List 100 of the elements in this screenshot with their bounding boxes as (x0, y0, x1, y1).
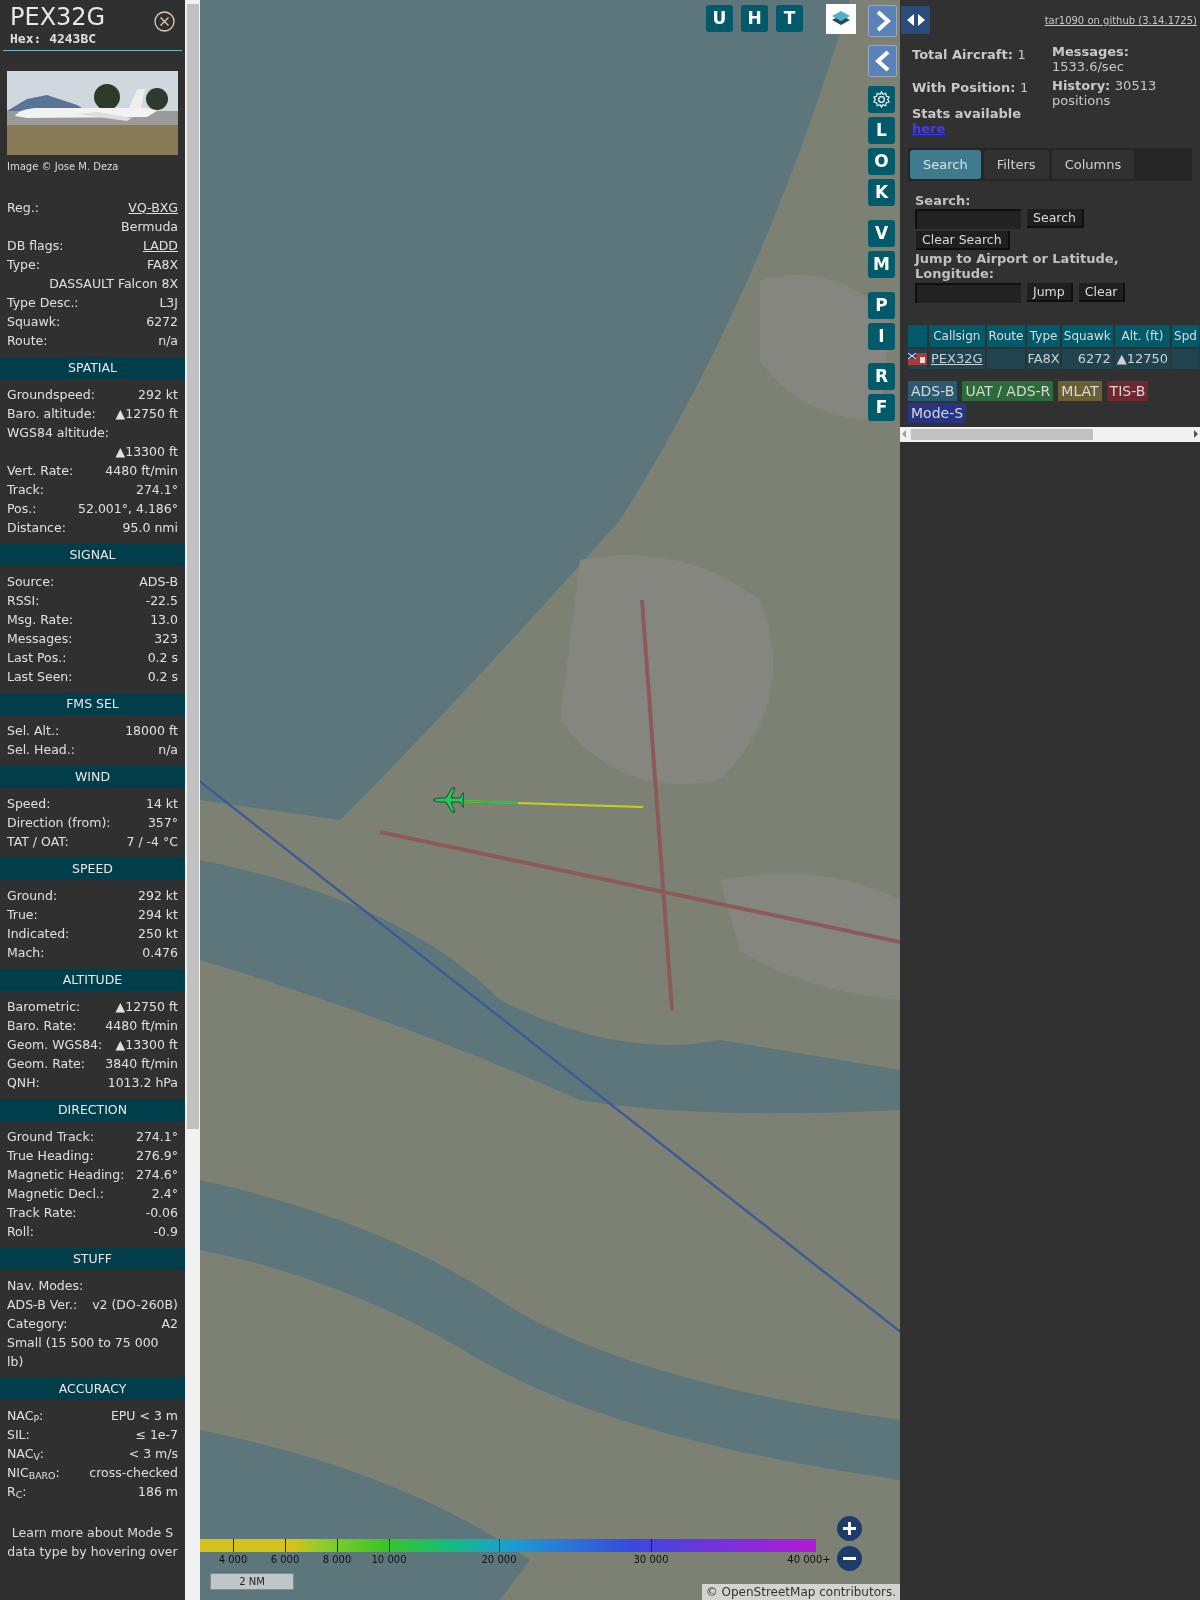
field-label: Type: (7, 256, 40, 274)
registration-link[interactable]: VQ-BXG (128, 198, 178, 217)
section-header: WIND (0, 766, 185, 788)
map-toggle-button[interactable]: H (741, 5, 768, 32)
tab[interactable]: Columns (1051, 150, 1135, 179)
source-tag: UAT / ADS-R (962, 380, 1054, 401)
column-header[interactable]: Callsign (929, 325, 985, 347)
stat-text: Messages: 1533.6/sec (1052, 44, 1131, 74)
field-label: NAC$_{V}$: (7, 1445, 45, 1463)
field-label: Indicated: (7, 925, 70, 943)
field-label: Pos.: (7, 500, 37, 518)
field-value: -0.06 (145, 1204, 178, 1222)
scrollbar-thumb[interactable] (911, 428, 1093, 440)
altitude-tick-label: 10 000 (371, 1554, 407, 1566)
field-value: 274.6° (135, 1166, 178, 1184)
github-link[interactable]: tar1090 on github (3.14.1725) (1044, 13, 1197, 28)
column-header[interactable]: Alt. (ft) (1114, 325, 1171, 347)
chevron-left-icon (873, 49, 892, 73)
field-label: TAT / OAT: (7, 833, 69, 851)
field-label: Baro. altitude: (7, 405, 96, 423)
altitude-tick-label: 20 000 (481, 1554, 517, 1566)
field-value: cross-checked (89, 1464, 178, 1482)
field-label: RSSI: (7, 592, 40, 610)
aircraft-icon[interactable] (432, 787, 464, 813)
map-toggle-button[interactable]: V (868, 220, 895, 247)
previous-button[interactable] (868, 45, 897, 77)
field-value: 1013.2 hPa (107, 1074, 178, 1092)
clear-search-button[interactable]: Clear Search (916, 231, 1010, 250)
field-value: 4480 ft/min (105, 1017, 178, 1035)
settings-button[interactable] (868, 86, 895, 113)
field-value: 250 kt (138, 925, 178, 943)
field-label: True: (7, 906, 38, 924)
field-value: 292 kt (138, 386, 178, 404)
field-value: 274.1° (135, 481, 178, 499)
map-toggle-button[interactable]: U (706, 5, 733, 32)
field-value: 18000 ft (125, 722, 178, 740)
search-field[interactable] (915, 209, 1021, 229)
column-header[interactable]: Spd (1172, 325, 1199, 347)
column-header[interactable]: Squawk (1061, 325, 1113, 347)
sidebar-toggle-icon[interactable] (901, 6, 930, 34)
map-toggle-button[interactable]: O (868, 148, 895, 175)
field-label: Roll: (7, 1223, 34, 1241)
scale-bar: 2 NM (210, 1573, 294, 1590)
column-header[interactable]: Route (986, 325, 1026, 347)
section-header: ACCURACY (0, 1378, 185, 1400)
close-icon[interactable] (154, 11, 175, 32)
field-value: DASSAULT Falcon 8X (49, 275, 178, 293)
clear-button[interactable]: Clear (1078, 283, 1126, 302)
plus-icon (842, 1521, 857, 1536)
altitude-tick-label: 4 000 (218, 1554, 248, 1566)
layers-button[interactable] (826, 4, 856, 34)
map-attribution: © OpenStreetMap contributors. (701, 1584, 900, 1600)
map-toggle-button[interactable]: T (776, 5, 803, 32)
scroll-right-icon[interactable] (1194, 430, 1198, 438)
field-value: -0.9 (153, 1223, 178, 1241)
field-value: Bermuda (121, 218, 178, 236)
field-label: Msg. Rate: (7, 611, 74, 629)
source-tag: TIS-B (1106, 380, 1149, 401)
field-value: 2.4° (151, 1185, 178, 1203)
map-toggle-button[interactable]: R (868, 363, 895, 390)
section-header: SPATIAL (0, 357, 185, 379)
map-toggle-button[interactable]: L (868, 117, 895, 144)
map-toggle-button[interactable]: K (868, 179, 895, 206)
field-value: 276.9° (135, 1147, 178, 1165)
source-tag: Mode-S (908, 402, 967, 423)
map-toggle-button[interactable]: F (868, 394, 895, 421)
field-value: EPU < 3 m (110, 1407, 178, 1425)
field-label: Sel. Alt.: (7, 722, 60, 740)
tab[interactable]: Search (910, 150, 981, 179)
field-label: Ground: (7, 887, 58, 905)
field-value: 7 / -4 °C (126, 833, 178, 851)
map-toggle-button[interactable]: P (868, 292, 895, 319)
jump-button[interactable]: Jump (1027, 283, 1073, 302)
field-value: n/a (158, 741, 178, 759)
search-button[interactable]: Search (1027, 209, 1084, 228)
altitude-tick-label: 8 000 (322, 1554, 352, 1566)
field-label: Geom. WGS84: (7, 1036, 103, 1054)
next-button[interactable] (868, 5, 897, 37)
field-label: Small (15 500 to 75 000 lb) (7, 1334, 160, 1371)
column-header[interactable]: Type (1027, 325, 1060, 347)
flag-icon (908, 349, 927, 369)
field-label: Reg.: (7, 199, 39, 217)
scroll-left-icon[interactable] (902, 430, 906, 438)
field-value: 0.476 (142, 944, 178, 962)
registration-link[interactable]: LADD (142, 236, 178, 255)
section-header: ALTITUDE (0, 969, 185, 991)
jump-label: Jump to Airport or Latitude, Longitude: (915, 251, 1120, 281)
field-value: 357° (147, 814, 178, 832)
field-label: SIL: (7, 1426, 30, 1444)
field-label: Ground Track: (7, 1128, 94, 1146)
jump-field[interactable] (915, 283, 1021, 303)
table-header (908, 325, 927, 347)
stat-text: History: 30513 positions (1052, 78, 1158, 108)
scrollbar-thumb[interactable] (186, 4, 199, 1129)
field-label: Type Desc.: (7, 294, 79, 312)
tab[interactable]: Filters (983, 150, 1049, 179)
map-toggle-button[interactable]: M (868, 251, 895, 278)
map-toggle-button[interactable]: I (868, 323, 895, 350)
stat-text: Total Aircraft: 1 (912, 47, 1027, 62)
field-value: ▲13300 ft (115, 443, 178, 461)
